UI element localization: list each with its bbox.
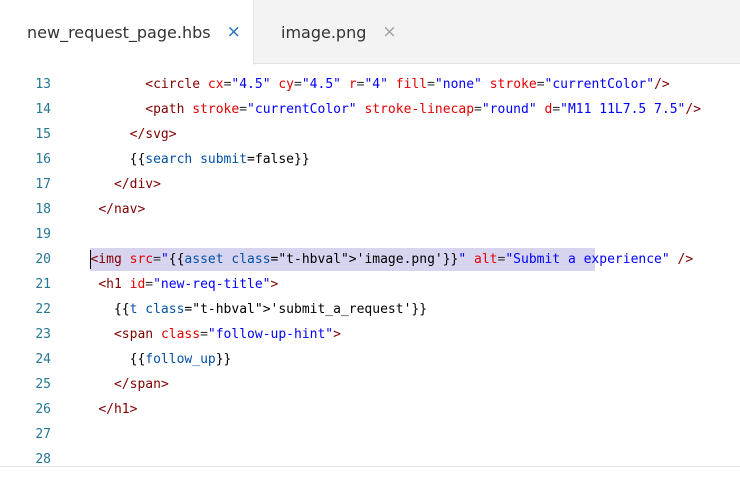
code-text: </div> [113,177,161,192]
code-line[interactable]: 13 <circle cx="4.5" cy="4.5" r="4" fill=… [0,72,740,97]
line-number: 24 [35,352,51,367]
line-number: 28 [35,452,51,467]
line-number: 20 [35,252,51,267]
code-text: </svg> [129,127,177,142]
line-number: 14 [35,102,51,117]
code-text: <h1 id="new-req-title"> [98,277,279,292]
code-line[interactable]: 20 <img src="{{asset class="t-hbval">'im… [0,247,740,272]
horizontal-scrollbar[interactable] [0,466,740,467]
tab-image-png[interactable]: image.png × [254,0,434,64]
code-line[interactable]: 16 {{search submit=false}} [0,147,740,172]
code-text: {{t class="t-hbval">'submit_a_request'}} [113,302,428,317]
code-text: <span class="follow-up-hint"> [113,327,341,342]
code-text: </h1> [98,402,138,417]
tab-label: new_request_page.hbs [27,23,211,42]
code-text: <img src="{{asset class="t-hbval">'image… [90,252,694,267]
code-line[interactable]: 17 </div> [0,172,740,197]
code-line[interactable]: 23 <span class="follow-up-hint"> [0,322,740,347]
line-number: 18 [35,202,51,217]
code-text: </nav> [98,202,146,217]
line-number: 25 [35,377,51,392]
code-line[interactable]: 28 [0,447,740,472]
line-number: 27 [35,427,51,442]
close-icon[interactable]: × [227,24,241,41]
line-number: 19 [35,227,51,242]
tab-label: image.png [281,22,367,42]
code-line[interactable]: 21 <h1 id="new-req-title"> [0,272,740,297]
line-number: 15 [35,127,51,142]
code-line[interactable]: 27 [0,422,740,447]
code-line[interactable]: 18 </nav> [0,197,740,222]
line-number: 17 [35,177,51,192]
code-text: {{search submit=false}} [129,152,310,167]
code-text: </span> [113,377,169,392]
line-number: 22 [35,302,51,317]
code-line[interactable]: 26 </h1> [0,397,740,422]
code-line[interactable]: 24 {{follow_up}} [0,347,740,372]
code-line[interactable]: 22 {{t class="t-hbval">'submit_a_request… [0,297,740,322]
line-number: 13 [35,77,51,92]
close-icon[interactable]: × [382,23,396,41]
code-line[interactable]: 15 </svg> [0,122,740,147]
code-text: <path stroke="currentColor" stroke-linec… [145,102,702,117]
code-line[interactable]: 19 [0,222,740,247]
tab-bar: new_request_page.hbs × image.png × [0,0,740,65]
line-number: 26 [35,402,51,417]
tab-new-request-page[interactable]: new_request_page.hbs × [0,0,254,65]
line-number: 16 [35,152,51,167]
code-text: {{follow_up}} [129,352,232,367]
code-text: <circle cx="4.5" cy="4.5" r="4" fill="no… [145,77,670,92]
code-line[interactable]: 25 </span> [0,372,740,397]
code-editor[interactable]: 13 <circle cx="4.5" cy="4.5" r="4" fill=… [0,72,740,479]
code-line[interactable]: 14 <path stroke="currentColor" stroke-li… [0,97,740,122]
line-number: 21 [35,277,51,292]
line-number: 23 [35,327,51,342]
